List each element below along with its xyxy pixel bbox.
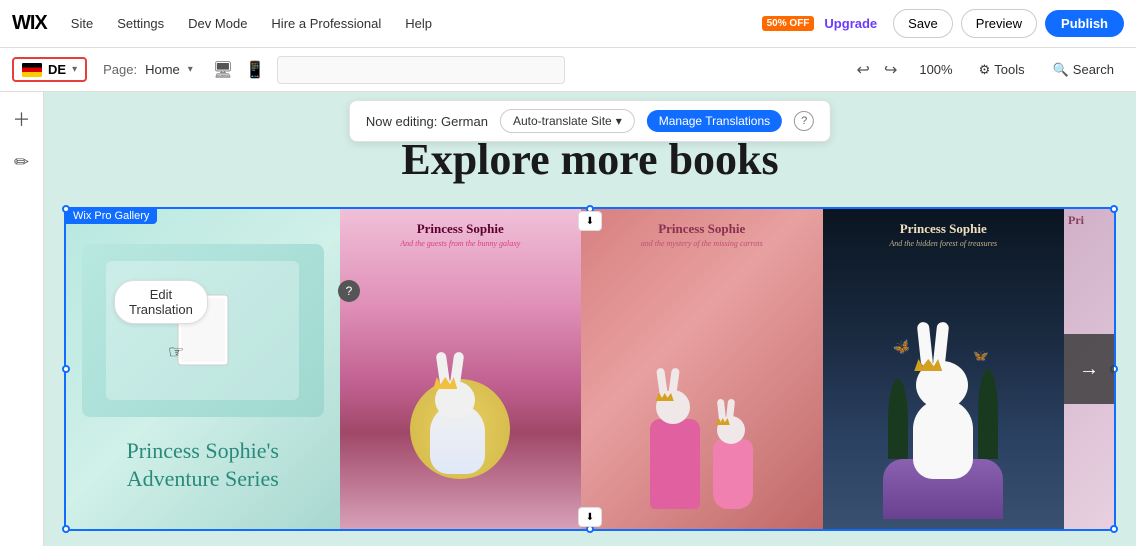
- flag-de: [22, 63, 42, 77]
- sidebar: ＋ ✏: [0, 92, 44, 546]
- nav-settings[interactable]: Settings: [109, 12, 172, 35]
- next-arrow-button[interactable]: →: [1064, 334, 1114, 404]
- gallery-panel-3: Princess Sophie And the hidden forest of…: [823, 209, 1065, 529]
- redo-button[interactable]: ↪: [878, 56, 903, 84]
- gallery-inner: Princess Sophie's Adventure Series Princ…: [66, 209, 1114, 529]
- help-icon[interactable]: ?: [338, 280, 360, 302]
- canvas: Now editing: German Auto-translate Site …: [44, 92, 1136, 546]
- mobile-view-icon[interactable]: 📱: [241, 56, 269, 84]
- nav-site[interactable]: Site: [63, 12, 101, 35]
- nav-hire[interactable]: Hire a Professional: [263, 12, 389, 35]
- search-icon: 🔍: [1053, 62, 1069, 78]
- translation-help-icon[interactable]: ?: [794, 111, 814, 131]
- gallery-panel-0: Princess Sophie's Adventure Series: [66, 209, 340, 529]
- book3-subtitle: And the hidden forest of treasures: [831, 239, 1057, 248]
- zoom-level: 100%: [911, 58, 960, 81]
- page-chevron-icon: ▾: [188, 64, 193, 75]
- gear-icon: ⚙: [979, 62, 991, 78]
- gallery-container[interactable]: Wix Pro Gallery ⬇ ⬇: [64, 207, 1116, 531]
- book4-title: Pri: [1064, 209, 1114, 232]
- manage-translations-button[interactable]: Manage Translations: [647, 110, 782, 132]
- download-bottom-handle[interactable]: ⬇: [578, 507, 602, 527]
- handle-tr[interactable]: [1110, 205, 1118, 213]
- search-button[interactable]: 🔍 Search: [1043, 58, 1124, 82]
- language-selector[interactable]: DE ▾: [12, 57, 87, 82]
- sidebar-add-icon[interactable]: ＋: [7, 100, 37, 138]
- upgrade-badge: 50% OFF: [762, 16, 815, 31]
- preview-button[interactable]: Preview: [961, 9, 1037, 38]
- gallery-label: Wix Pro Gallery: [65, 208, 157, 224]
- undo-button[interactable]: ↩: [851, 56, 876, 84]
- tools-button[interactable]: ⚙ Tools: [969, 58, 1035, 82]
- handle-ml[interactable]: [62, 365, 70, 373]
- second-bar: DE ▾ Page: Home ▾ 🖥 📱 ↩ ↪ 100% ⚙ Tools 🔍…: [0, 48, 1136, 92]
- chevron-down-icon: ▾: [616, 114, 622, 128]
- now-editing-label: Now editing: German: [366, 114, 488, 129]
- translation-bar: Now editing: German Auto-translate Site …: [349, 100, 831, 142]
- url-bar[interactable]: [277, 56, 565, 84]
- download-top-handle[interactable]: ⬇: [578, 211, 602, 231]
- series-title: Princess Sophie's Adventure Series: [127, 437, 279, 494]
- gallery-panel-1: Princess Sophie And the guests from the …: [340, 209, 582, 529]
- save-button[interactable]: Save: [893, 9, 953, 38]
- publish-button[interactable]: Publish: [1045, 10, 1124, 37]
- edit-translation-button[interactable]: Edit Translation: [114, 280, 208, 324]
- handle-br[interactable]: [1110, 525, 1118, 533]
- arrow-right-icon: →: [1079, 358, 1099, 381]
- book2-title: Princess Sophie: [589, 217, 815, 237]
- page-name[interactable]: Home: [145, 62, 180, 77]
- desktop-view-icon[interactable]: 🖥: [209, 56, 237, 84]
- book3-title: Princess Sophie: [831, 217, 1057, 237]
- nav-help[interactable]: Help: [397, 12, 440, 35]
- auto-translate-button[interactable]: Auto-translate Site ▾: [500, 109, 635, 133]
- handle-bl[interactable]: [62, 525, 70, 533]
- gallery-panel-2: Princess Sophie and the mystery of the m…: [581, 209, 823, 529]
- handle-tl[interactable]: [62, 205, 70, 213]
- sidebar-edit-icon[interactable]: ✏: [8, 146, 35, 179]
- book1-title: Princess Sophie: [348, 217, 574, 237]
- book1-subtitle: And the guests from the bunny galaxy: [348, 239, 574, 248]
- upgrade-link[interactable]: Upgrade: [824, 16, 877, 31]
- page-label: Page:: [103, 62, 137, 77]
- top-bar: WIX Site Settings Dev Mode Hire a Profes…: [0, 0, 1136, 48]
- chevron-down-icon: ▾: [72, 64, 77, 75]
- wix-logo: WIX: [12, 12, 47, 35]
- lang-code: DE: [48, 62, 66, 77]
- nav-devmode[interactable]: Dev Mode: [180, 12, 255, 35]
- book2-subtitle: and the mystery of the missing carrots: [589, 239, 815, 248]
